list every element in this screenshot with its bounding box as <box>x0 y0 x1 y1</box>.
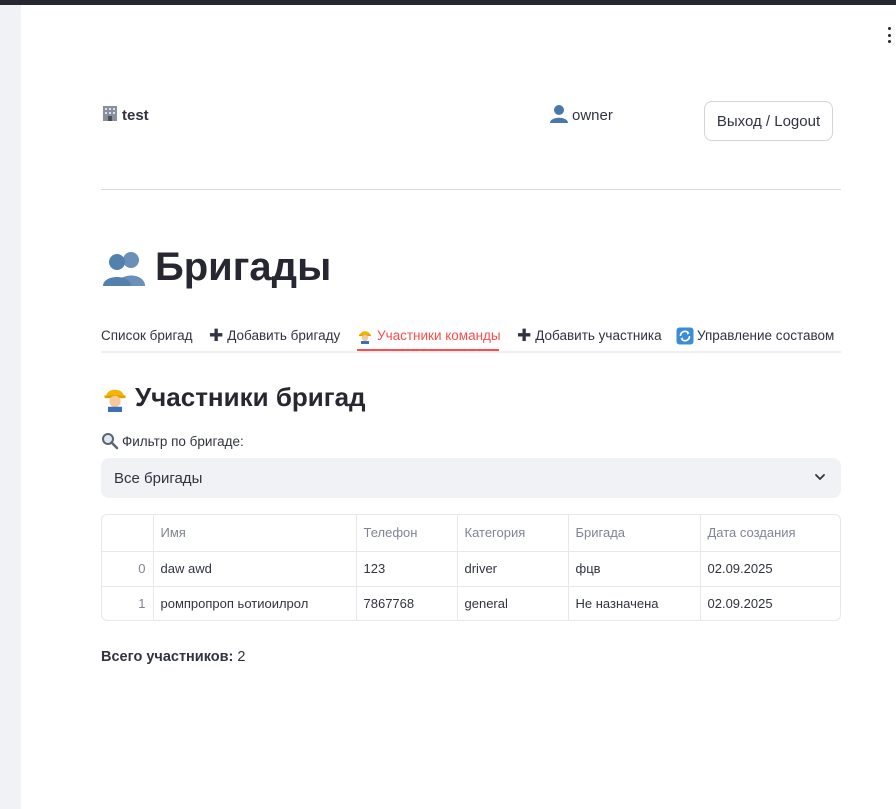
organization-label: test <box>122 106 149 124</box>
refresh-icon <box>676 327 694 345</box>
tab-label: Добавить участника <box>535 328 662 343</box>
select-value: Все бригады <box>114 469 203 487</box>
column-header-created[interactable]: Дата создания <box>700 515 840 552</box>
active-tab-indicator <box>357 349 499 351</box>
tab-add-member[interactable]: ✚ Добавить участника <box>517 320 662 351</box>
tab-manage-roster[interactable]: Управление составом <box>676 320 834 351</box>
cell-phone[interactable]: 7867768 <box>356 586 458 620</box>
total-label: Всего участников: <box>101 649 234 665</box>
header-divider <box>101 189 841 190</box>
cell-category[interactable]: driver <box>457 551 569 587</box>
cell-brigade[interactable]: Не назначена <box>568 586 701 620</box>
sidebar-collapsed-strip <box>0 5 21 809</box>
page-title: Бригады <box>101 245 331 290</box>
column-header-brigade[interactable]: Бригада <box>568 515 701 552</box>
cell-name[interactable]: ромпропроп ьотиоилрол <box>153 586 357 620</box>
cell-category[interactable]: general <box>457 586 569 620</box>
column-header-category[interactable]: Категория <box>457 515 569 552</box>
section-title-text: Участники бригад <box>135 382 366 412</box>
filter-label: Фильтр по бригаде: <box>101 432 244 450</box>
user-label: owner <box>572 107 613 124</box>
members-table[interactable]: Имя Телефон Категория Бригада Дата созда… <box>101 514 841 621</box>
tab-label: Список бригад <box>101 328 193 343</box>
plus-icon: ✚ <box>517 325 532 345</box>
column-header-name[interactable]: Имя <box>153 515 357 552</box>
top-decoration-bar <box>0 0 896 5</box>
tab-brigade-list[interactable]: Список бригад <box>101 320 192 351</box>
cell-phone[interactable]: 123 <box>356 551 458 587</box>
row-index: 1 <box>102 586 154 620</box>
two-people-icon <box>101 250 147 286</box>
cell-name[interactable]: daw awd <box>153 551 357 587</box>
magnifier-icon <box>101 432 119 450</box>
table-header-row: Имя Телефон Категория Бригада Дата созда… <box>102 515 840 552</box>
tab-add-brigade[interactable]: ✚ Добавить бригаду <box>209 320 340 351</box>
column-header-phone[interactable]: Телефон <box>356 515 458 552</box>
tab-bar: Список бригад ✚ Добавить бригаду Участни… <box>101 316 841 353</box>
app-header: test owner Выход / Logout <box>101 100 841 142</box>
construction-worker-icon <box>101 384 129 412</box>
tab-label: Управление составом <box>697 328 835 343</box>
cell-created[interactable]: 02.09.2025 <box>700 586 840 620</box>
filter-label-text: Фильтр по бригаде: <box>122 433 244 449</box>
organization-name: test <box>101 104 149 126</box>
user-silhouette-icon <box>549 104 569 127</box>
members-total: Всего участников: 2 <box>101 649 246 665</box>
tab-label: Участники команды <box>377 328 501 343</box>
brigade-filter-select[interactable]: Все бригады <box>101 458 841 498</box>
construction-worker-icon <box>357 328 373 344</box>
tab-team-members[interactable]: Участники команды <box>357 320 501 351</box>
plus-icon: ✚ <box>209 325 224 345</box>
chevron-down-icon <box>813 470 827 488</box>
cell-brigade[interactable]: фцв <box>568 551 701 587</box>
total-value: 2 <box>237 649 246 665</box>
page-title-text: Бригады <box>155 245 332 289</box>
table-row: 1 ромпропроп ьотиоилрол 7867768 general … <box>102 586 840 620</box>
tab-label: Добавить бригаду <box>227 328 341 343</box>
column-header-index[interactable] <box>102 515 154 552</box>
main-menu-icon[interactable] <box>884 27 894 43</box>
current-user: owner <box>549 104 613 127</box>
cell-created[interactable]: 02.09.2025 <box>700 551 840 587</box>
office-building-icon <box>101 104 119 126</box>
table-row: 0 daw awd 123 driver фцв 02.09.2025 <box>102 551 840 587</box>
logout-button[interactable]: Выход / Logout <box>704 101 833 141</box>
section-title: Участники бригад <box>101 382 366 413</box>
row-index: 0 <box>102 551 154 587</box>
